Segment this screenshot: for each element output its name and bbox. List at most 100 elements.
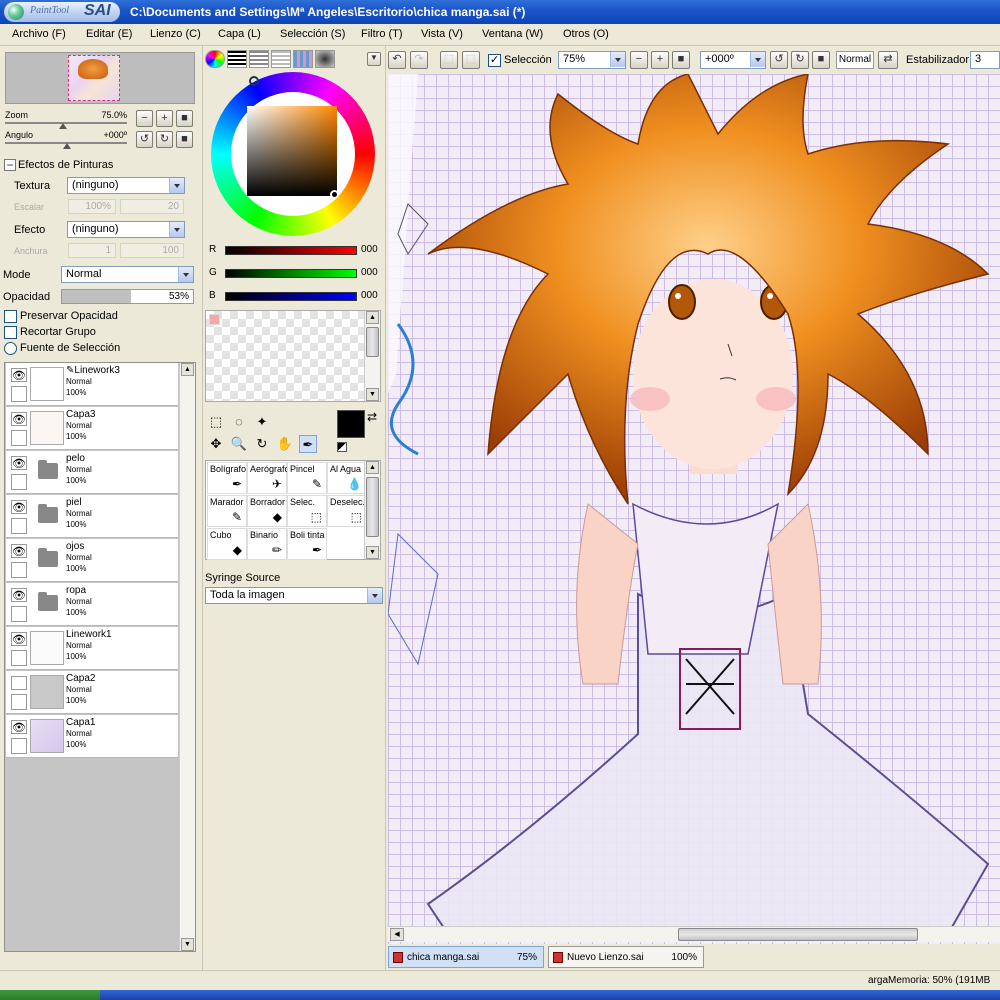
navigator-preview[interactable]: [5, 52, 195, 104]
lock-toggle[interactable]: [11, 562, 27, 578]
selection-source-radio[interactable]: [4, 342, 17, 355]
syringe-source-select[interactable]: Toda la imagen: [205, 587, 383, 604]
color-wheel-tab[interactable]: [205, 50, 225, 68]
scroll-up-icon[interactable]: ▲: [181, 363, 194, 376]
lock-toggle[interactable]: [11, 694, 27, 710]
brush-borrador[interactable]: Borrador ◆: [247, 495, 287, 527]
menu-lienzo[interactable]: Lienzo (C): [150, 28, 201, 40]
saturation-value-square[interactable]: [247, 106, 339, 199]
clip-group-checkbox[interactable]: [4, 326, 17, 339]
hue-cursor[interactable]: [249, 76, 259, 86]
layer-row[interactable]: 👁 ropa Normal 100%: [6, 583, 178, 626]
layers-scrollbar[interactable]: ▲ ▼: [179, 363, 195, 951]
flip-horizontal-icon[interactable]: ⇄: [878, 51, 898, 69]
eye-icon[interactable]: 👁: [11, 720, 27, 734]
rotate-left-button[interactable]: ↺: [136, 131, 153, 148]
rotate-ccw-button[interactable]: ↺: [770, 51, 788, 69]
eye-hidden-toggle[interactable]: [11, 676, 27, 690]
swap-colors-icon[interactable]: ⇄: [367, 410, 377, 424]
doc-tab-nuevo-lienzo[interactable]: Nuevo Lienzo.sai 100%: [548, 946, 704, 968]
rect-select-icon[interactable]: ⬚: [207, 413, 225, 431]
rotate-cw-button[interactable]: ↻: [791, 51, 809, 69]
lasso-icon[interactable]: ◌: [230, 413, 248, 431]
zoom-select[interactable]: 75%: [558, 51, 626, 69]
eye-icon[interactable]: 👁: [11, 368, 27, 382]
drawing-canvas[interactable]: [388, 74, 1000, 944]
lock-toggle[interactable]: [11, 738, 27, 754]
menu-filtro[interactable]: Filtro (T): [361, 28, 403, 40]
invert-selection-icon[interactable]: ⬚: [462, 51, 480, 69]
zoom-out-button[interactable]: −: [136, 110, 153, 127]
blue-slider[interactable]: B 000: [205, 290, 383, 304]
scroll-up-icon[interactable]: ▲: [366, 311, 379, 324]
layer-row[interactable]: 👁 Linework1 Normal 100%: [6, 627, 178, 670]
eye-icon[interactable]: 👁: [11, 632, 27, 646]
effect-select[interactable]: (ninguno): [67, 221, 185, 238]
mixer-tab[interactable]: [271, 50, 291, 68]
menu-archivo[interactable]: Archivo (F): [12, 28, 66, 40]
layer-row[interactable]: Capa2 Normal 100%: [6, 671, 178, 714]
angle-knob[interactable]: [63, 143, 71, 149]
eye-icon[interactable]: 👁: [11, 456, 27, 470]
sv-cursor[interactable]: [330, 190, 339, 199]
scratchpad-tab[interactable]: [315, 50, 335, 68]
doc-tab-chica-manga[interactable]: chica manga.sai 75%: [388, 946, 544, 968]
eye-icon[interactable]: 👁: [11, 544, 27, 558]
layer-list[interactable]: 👁 ✎Linework3 Normal 100% 👁 Capa3 Normal …: [4, 362, 196, 952]
brush-marador[interactable]: Marador ✎: [207, 495, 247, 527]
layer-row[interactable]: 👁 Capa1 Normal 100%: [6, 715, 178, 758]
layer-row[interactable]: 👁 ojos Normal 100%: [6, 539, 178, 582]
brush-scrollbar[interactable]: ▲ ▼: [364, 461, 380, 559]
scroll-down-icon[interactable]: ▼: [366, 546, 379, 559]
brush-binario[interactable]: Binario ✏: [247, 528, 287, 560]
rotate-reset-toolbar-button[interactable]: ■: [812, 51, 830, 69]
brush-boligrafo[interactable]: Bolígrafo ✒: [207, 462, 247, 494]
canvas-horizontal-scrollbar[interactable]: ◀: [388, 926, 1000, 942]
scroll-down-icon[interactable]: ▼: [366, 388, 379, 401]
menu-seleccion[interactable]: Selección (S): [280, 28, 345, 40]
menu-capa[interactable]: Capa (L): [218, 28, 261, 40]
menu-ventana[interactable]: Ventana (W): [482, 28, 543, 40]
blue-bar[interactable]: [225, 292, 357, 301]
lock-toggle[interactable]: [11, 650, 27, 666]
layer-row[interactable]: 👁 piel Normal 100%: [6, 495, 178, 538]
menu-otros[interactable]: Otros (O): [563, 28, 609, 40]
rotate-reset-button[interactable]: ■: [176, 131, 193, 148]
texture-select[interactable]: (ninguno): [67, 177, 185, 194]
zoom-slider[interactable]: Zoom 75.0%: [5, 110, 129, 130]
selection-checkbox[interactable]: ✓: [488, 54, 501, 67]
scroll-thumb[interactable]: [366, 477, 379, 537]
angle-slider[interactable]: Angulo +000º: [5, 130, 129, 150]
start-button[interactable]: [0, 990, 100, 1000]
brush-deselec[interactable]: Deselec. ⬚: [327, 495, 367, 527]
redo-icon[interactable]: ↷: [410, 51, 428, 69]
scroll-up-icon[interactable]: ▲: [366, 461, 379, 474]
color-swatches[interactable]: ▲ ▼: [205, 310, 381, 402]
lock-toggle[interactable]: [11, 474, 27, 490]
zoom-minus-button[interactable]: −: [630, 51, 648, 69]
layer-row[interactable]: 👁 ✎Linework3 Normal 100%: [6, 363, 178, 406]
scroll-thumb[interactable]: [366, 327, 379, 357]
eyedropper-icon[interactable]: ✒: [299, 435, 317, 453]
rotate-right-button[interactable]: ↻: [156, 131, 173, 148]
red-bar[interactable]: [225, 246, 357, 255]
reset-colors-icon[interactable]: [337, 442, 347, 452]
flip-mode-button[interactable]: Normal: [836, 51, 874, 69]
stabilizer-select[interactable]: 3: [970, 51, 1000, 69]
menu-vista[interactable]: Vista (V): [421, 28, 463, 40]
swatches-scrollbar[interactable]: ▲ ▼: [364, 311, 380, 401]
brush-pincel[interactable]: Pincel ✎: [287, 462, 327, 494]
hsv-slider-tab[interactable]: [249, 50, 269, 68]
layer-row[interactable]: 👁 Capa3 Normal 100%: [6, 407, 178, 450]
menu-editar[interactable]: Editar (E): [86, 28, 132, 40]
lock-toggle[interactable]: [11, 606, 27, 622]
scroll-down-icon[interactable]: ▼: [181, 938, 194, 951]
green-bar[interactable]: [225, 269, 357, 278]
zoom-fit-button[interactable]: ■: [672, 51, 690, 69]
swatch[interactable]: [209, 314, 220, 325]
brush-aerografo[interactable]: Aerógrafo ✈: [247, 462, 288, 494]
layer-row[interactable]: 👁 pelo Normal 100%: [6, 451, 178, 494]
green-slider[interactable]: G 000: [205, 267, 383, 281]
eye-icon[interactable]: 👁: [11, 500, 27, 514]
zoom-reset-button[interactable]: ■: [176, 110, 193, 127]
